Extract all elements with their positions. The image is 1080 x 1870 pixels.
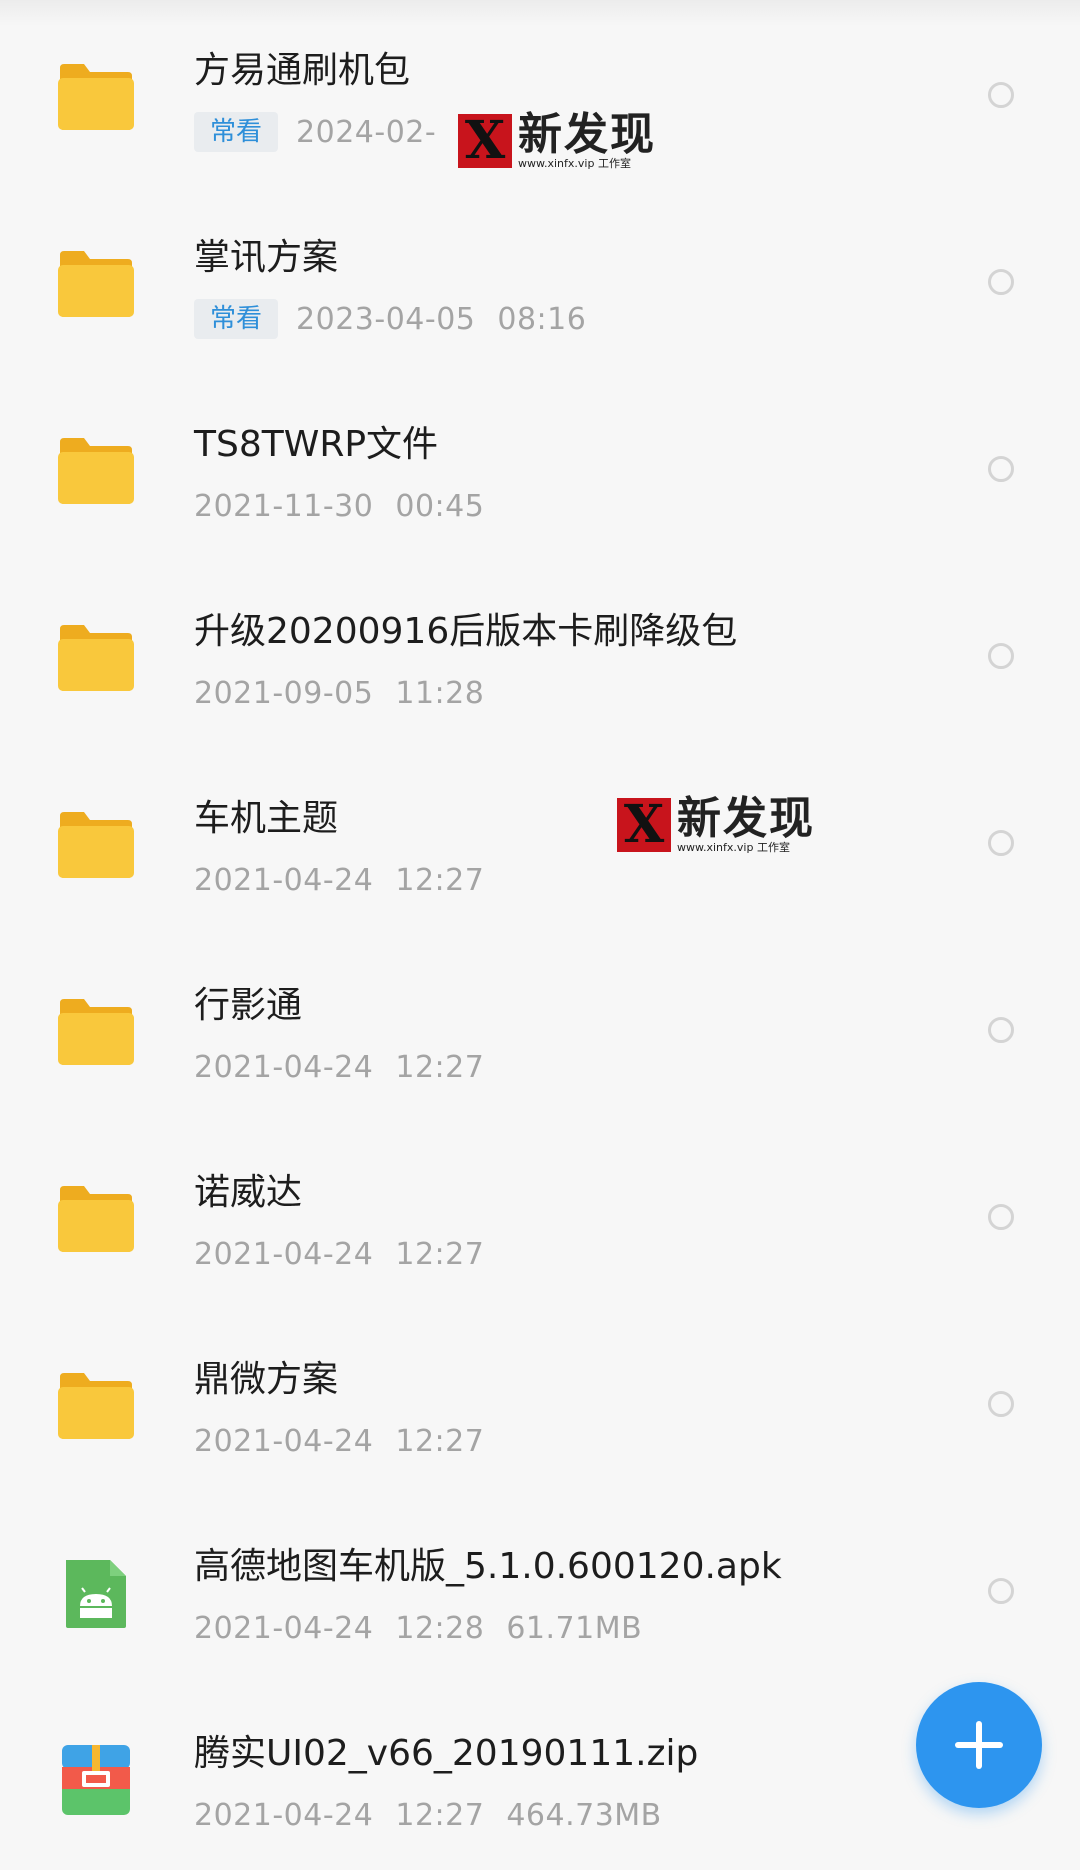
file-name: 行影通 [194,985,303,1026]
watermark-x-icon: X [458,114,512,168]
file-date: 2021-04-24 [194,1236,374,1272]
select-checkbox[interactable] [988,1017,1014,1043]
file-name: 鼎微方案 [194,1359,339,1400]
watermark-logo: X 新发现 www.xinfx.vip 工作室 [617,796,815,854]
file-size: 464.73MB [506,1797,662,1833]
plus-icon [955,1721,1003,1769]
watermark-text: 新发现 [677,793,815,844]
select-checkbox[interactable] [988,1204,1014,1230]
folder-icon [56,621,136,695]
file-time: 00:45 [395,488,485,524]
file-row-8[interactable]: 高德地图车机版_5.1.0.600120.apk 2021-04-24 12:2… [0,1496,1080,1683]
select-checkbox[interactable] [988,456,1014,482]
watermark-x-icon: X [617,798,671,852]
file-meta: 2021-09-05 11:28 [194,671,506,715]
file-row-9[interactable]: 腾实UI02_v66_20190111.zip 2021-04-24 12:27… [0,1683,1080,1870]
file-time: 12:27 [395,1423,485,1459]
zip-archive-icon [56,1743,136,1817]
watermark-text: 新发现 [518,109,656,160]
android-apk-icon [56,1556,136,1630]
file-meta: 2021-04-24 12:27 [194,1232,506,1276]
file-name: 腾实UI02_v66_20190111.zip [194,1733,699,1774]
file-date: 2021-04-24 [194,1423,374,1459]
frequent-badge: 常看 [194,299,279,339]
file-row-3[interactable]: 升级20200916后版本卡刷降级包 2021-09-05 11:28 [0,561,1080,748]
folder-icon [56,808,136,882]
file-meta: 常看 2024-02- [194,110,458,154]
file-name: 升级20200916后版本卡刷降级包 [194,611,738,652]
file-time: 08:16 [497,301,587,337]
file-name: 掌讯方案 [194,237,339,278]
file-time: 12:27 [395,1797,485,1833]
folder-icon [56,995,136,1069]
folder-icon [56,1369,136,1443]
file-name: 诺威达 [194,1172,303,1213]
file-meta: 2021-04-24 12:27 [194,1045,506,1089]
file-date: 2021-09-05 [194,675,374,711]
file-date: 2024-02- [296,114,437,150]
file-date: 2021-04-24 [194,1049,374,1085]
select-checkbox[interactable] [988,82,1014,108]
file-meta: 2021-04-24 12:27 464.73MB [194,1793,662,1837]
file-time: 12:27 [395,1049,485,1085]
select-checkbox[interactable] [988,830,1014,856]
file-meta: 2021-04-24 12:28 61.71MB [194,1606,642,1650]
file-date: 2021-11-30 [194,488,374,524]
file-meta: 2021-04-24 12:27 [194,1419,506,1463]
select-checkbox[interactable] [988,1578,1014,1604]
folder-icon [56,247,136,321]
file-name: TS8TWRP文件 [194,424,439,465]
file-name: 高德地图车机版_5.1.0.600120.apk [194,1546,782,1587]
file-row-4[interactable]: 车机主题 2021-04-24 12:27 [0,748,1080,935]
file-time: 12:27 [395,1236,485,1272]
add-button[interactable] [916,1682,1042,1808]
frequent-badge: 常看 [194,112,279,152]
folder-icon [56,1182,136,1256]
file-row-6[interactable]: 诺威达 2021-04-24 12:27 [0,1122,1080,1309]
file-date: 2023-04-05 [296,301,476,337]
file-date: 2021-04-24 [194,1610,374,1646]
file-time: 12:27 [395,862,485,898]
file-meta: 常看 2023-04-05 08:16 [194,297,608,341]
file-date: 2021-04-24 [194,1797,374,1833]
select-checkbox[interactable] [988,643,1014,669]
file-time: 11:28 [395,675,485,711]
file-row-5[interactable]: 行影通 2021-04-24 12:27 [0,935,1080,1122]
file-name: 车机主题 [194,798,339,839]
file-size: 61.71MB [506,1610,643,1646]
select-checkbox[interactable] [988,1391,1014,1417]
select-checkbox[interactable] [988,269,1014,295]
file-name: 方易通刷机包 [194,50,411,91]
file-row-1[interactable]: 掌讯方案 常看 2023-04-05 08:16 [0,187,1080,374]
folder-icon [56,434,136,508]
watermark-logo: X 新发现 www.xinfx.vip 工作室 [458,112,656,170]
file-row-7[interactable]: 鼎微方案 2021-04-24 12:27 [0,1309,1080,1496]
file-meta: 2021-04-24 12:27 [194,858,506,902]
file-time: 12:28 [395,1610,485,1646]
file-row-2[interactable]: TS8TWRP文件 2021-11-30 00:45 [0,374,1080,561]
file-meta: 2021-11-30 00:45 [194,484,506,528]
folder-icon [56,60,136,134]
file-date: 2021-04-24 [194,862,374,898]
